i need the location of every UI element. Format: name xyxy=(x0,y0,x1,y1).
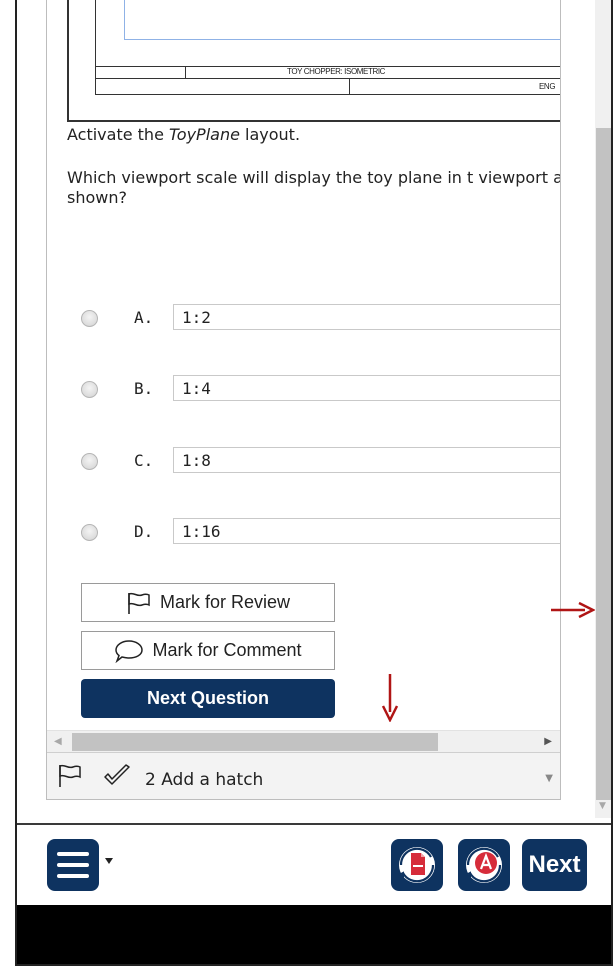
question-status-label: 2 Add a hatch xyxy=(145,770,264,790)
choice-b[interactable]: B. 1:4 xyxy=(81,375,560,403)
viewport-outline xyxy=(124,0,560,40)
next-button[interactable]: Next xyxy=(522,839,587,891)
mark-review-label: Mark for Review xyxy=(159,592,291,612)
title-block-text: TOY CHOPPER: ISOMETRIC xyxy=(287,67,386,76)
checkmark-icon[interactable] xyxy=(102,763,132,789)
horizontal-scrollbar[interactable]: ◀ ▶ xyxy=(47,730,560,752)
question-text: Which viewport scale will display the to… xyxy=(67,168,561,207)
choice-value[interactable]: 1:16 xyxy=(173,518,560,544)
scroll-right-icon[interactable]: ▶ xyxy=(544,736,552,747)
choice-value[interactable]: 1:8 xyxy=(173,447,560,473)
question-panel: TOY CHOPPER: ISOMETRIC ENG Activate the … xyxy=(46,0,561,800)
down-arrow-annotation-icon xyxy=(381,674,399,722)
choice-c[interactable]: C. 1:8 xyxy=(81,447,560,475)
reset-answer-button[interactable] xyxy=(458,839,510,891)
next-question-button[interactable]: Next Question xyxy=(81,679,335,718)
vertical-scrollbar[interactable]: ▼ xyxy=(595,0,611,818)
radio-c[interactable] xyxy=(81,453,98,470)
bottom-toolbar: Next xyxy=(17,823,611,905)
black-bar xyxy=(17,905,611,964)
flag-icon xyxy=(128,592,150,614)
reset-answer-icon xyxy=(465,847,502,883)
chevron-down-icon[interactable]: ▼ xyxy=(545,773,553,784)
choice-letter: B. xyxy=(134,379,154,398)
right-arrow-annotation-icon xyxy=(551,601,595,619)
reset-document-button[interactable] xyxy=(391,839,443,891)
mark-comment-label: Mark for Comment xyxy=(152,640,302,660)
vertical-scroll-thumb[interactable] xyxy=(596,128,611,800)
choice-letter: D. xyxy=(134,522,154,541)
radio-b[interactable] xyxy=(81,381,98,398)
question-instruction: Activate the ToyPlane layout. xyxy=(67,125,301,144)
choice-value[interactable]: 1:2 xyxy=(173,304,560,330)
choice-value[interactable]: 1:4 xyxy=(173,375,560,401)
horizontal-scroll-thumb[interactable] xyxy=(72,733,438,751)
radio-d[interactable] xyxy=(81,524,98,541)
drawing-preview: TOY CHOPPER: ISOMETRIC ENG xyxy=(67,0,560,122)
scroll-left-icon[interactable]: ◀ xyxy=(54,736,62,747)
speech-bubble-icon xyxy=(115,639,144,663)
status-bar: 2 Add a hatch ▼ xyxy=(47,752,560,799)
mark-for-comment-button[interactable]: Mark for Comment xyxy=(81,631,335,670)
choice-letter: A. xyxy=(134,308,154,327)
caret-down-icon[interactable] xyxy=(105,858,113,864)
choice-letter: C. xyxy=(134,451,154,470)
choice-d[interactable]: D. 1:16 xyxy=(81,518,560,546)
scroll-down-icon[interactable]: ▼ xyxy=(599,801,606,811)
radio-a[interactable] xyxy=(81,310,98,327)
choice-a[interactable]: A. 1:2 xyxy=(81,304,560,332)
reset-document-icon xyxy=(398,847,435,883)
hamburger-menu-icon[interactable] xyxy=(47,839,99,891)
title-block-text-2: ENG xyxy=(539,82,556,91)
mark-for-review-button[interactable]: Mark for Review xyxy=(81,583,335,622)
flag-icon[interactable] xyxy=(57,763,83,789)
app-window: TOY CHOPPER: ISOMETRIC ENG Activate the … xyxy=(15,0,613,966)
